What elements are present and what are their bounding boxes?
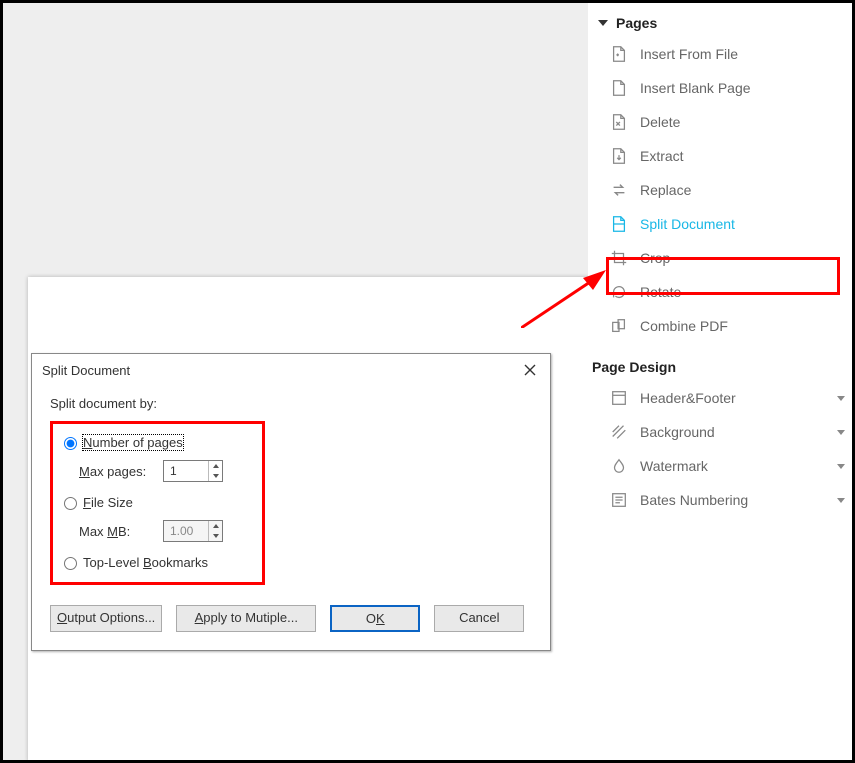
dialog-titlebar: Split Document <box>32 354 550 386</box>
radio-pages[interactable] <box>64 437 77 450</box>
rotate-icon <box>610 283 628 301</box>
menu-combine-pdf[interactable]: Combine PDF <box>588 309 855 343</box>
menu-crop[interactable]: Crop <box>588 241 855 275</box>
menu-replace[interactable]: Replace <box>588 173 855 207</box>
radio-filesize-label: File Size <box>83 495 133 510</box>
right-panel: Pages Insert From File Insert Blank Page <box>588 3 855 760</box>
spinner-up[interactable] <box>209 461 222 471</box>
page-split-icon <box>610 215 628 233</box>
max-mb-value: 1.00 <box>164 521 208 541</box>
split-by-label: Split document by: <box>50 396 532 411</box>
radio-bookmarks-label: Top-Level Bookmarks <box>83 555 208 570</box>
page-delete-icon <box>610 113 628 131</box>
menu-insert-blank-page[interactable]: Insert Blank Page <box>588 71 855 105</box>
option-file-size[interactable]: File Size <box>59 494 252 510</box>
radio-pages-label: Number of pages <box>83 435 183 450</box>
menu-split-document[interactable]: Split Document <box>588 207 855 241</box>
background-icon <box>610 423 628 441</box>
close-icon <box>524 364 536 376</box>
menu-label: Watermark <box>640 458 708 474</box>
menu-label: Bates Numbering <box>640 492 748 508</box>
replace-icon <box>610 181 628 199</box>
menu-insert-from-file[interactable]: Insert From File <box>588 37 855 71</box>
max-pages-label: Max pages: <box>79 464 153 479</box>
spinner-up <box>209 521 222 531</box>
menu-label: Background <box>640 424 715 440</box>
menu-label: Extract <box>640 148 684 164</box>
dialog-buttons: Output Options... Apply to Mutiple... OK… <box>32 605 550 650</box>
menu-label: Rotate <box>640 284 681 300</box>
option-bookmarks[interactable]: Top-Level Bookmarks <box>59 554 252 570</box>
max-pages-spinner[interactable]: 1 <box>163 460 223 482</box>
menu-rotate[interactable]: Rotate <box>588 275 855 309</box>
chevron-down-icon <box>837 430 845 435</box>
menu-label: Delete <box>640 114 680 130</box>
section-page-design-label: Page Design <box>592 359 676 375</box>
header-footer-icon <box>610 389 628 407</box>
dialog-body: Split document by: Number of pages Max p… <box>32 386 550 605</box>
max-mb-spinner: 1.00 <box>163 520 223 542</box>
menu-background[interactable]: Background <box>588 415 855 449</box>
spinner-down <box>209 531 222 541</box>
spinner-down[interactable] <box>209 471 222 481</box>
crop-icon <box>610 249 628 267</box>
menu-label: Replace <box>640 182 691 198</box>
app-frame: Pages Insert From File Insert Blank Page <box>0 0 855 763</box>
apply-multiple-button[interactable]: Apply to Mutiple... <box>176 605 316 632</box>
watermark-icon <box>610 457 628 475</box>
output-options-button[interactable]: Output Options... <box>50 605 162 632</box>
menu-label: Insert Blank Page <box>640 80 751 96</box>
menu-header-footer[interactable]: Header&Footer <box>588 381 855 415</box>
menu-label: Crop <box>640 250 670 266</box>
menu-label: Combine PDF <box>640 318 728 334</box>
menu-bates-numbering[interactable]: Bates Numbering <box>588 483 855 517</box>
max-mb-label: Max MB: <box>79 524 153 539</box>
radio-filesize[interactable] <box>64 497 77 510</box>
chevron-down-icon <box>837 396 845 401</box>
ok-button[interactable]: OK <box>330 605 420 632</box>
page-extract-icon <box>610 147 628 165</box>
chevron-down-icon <box>837 498 845 503</box>
section-page-design[interactable]: Page Design <box>588 355 855 381</box>
combine-icon <box>610 317 628 335</box>
section-pages-label: Pages <box>616 15 657 31</box>
page-insert-file-icon <box>610 45 628 63</box>
menu-watermark[interactable]: Watermark <box>588 449 855 483</box>
dialog-close-button[interactable] <box>520 360 540 380</box>
radio-bookmarks[interactable] <box>64 557 77 570</box>
max-pages-value[interactable]: 1 <box>164 461 208 481</box>
option-number-of-pages[interactable]: Number of pages <box>59 434 252 450</box>
chevron-down-icon <box>598 20 608 26</box>
callout-options-highlight: Number of pages Max pages: 1 File Size <box>50 421 265 585</box>
bates-icon <box>610 491 628 509</box>
menu-extract[interactable]: Extract <box>588 139 855 173</box>
chevron-down-icon <box>837 464 845 469</box>
dialog-title: Split Document <box>42 363 130 378</box>
page-blank-icon <box>610 79 628 97</box>
split-document-dialog: Split Document Split document by: Number… <box>31 353 551 651</box>
menu-label: Split Document <box>640 216 735 232</box>
menu-label: Header&Footer <box>640 390 736 406</box>
section-pages[interactable]: Pages <box>588 11 855 37</box>
cancel-button[interactable]: Cancel <box>434 605 524 632</box>
menu-label: Insert From File <box>640 46 738 62</box>
menu-delete[interactable]: Delete <box>588 105 855 139</box>
